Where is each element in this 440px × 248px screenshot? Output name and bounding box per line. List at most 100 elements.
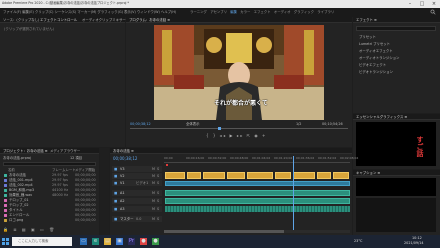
track-target-icon[interactable]: ■ (114, 199, 117, 203)
taskbar-search-input[interactable]: ここに入力して検索 (12, 237, 72, 246)
effects-item[interactable]: Lumetri プリセット (359, 42, 390, 46)
edge-icon[interactable]: e (92, 238, 99, 245)
track-header[interactable]: ■ V1 ビデオ1 M S (112, 180, 162, 186)
tab-program[interactable]: プログラム：お寺の法話 ≡ (129, 18, 170, 22)
track-target-icon[interactable]: ■ (114, 167, 117, 171)
mute-icon[interactable]: M (152, 191, 155, 195)
audio-clip[interactable] (165, 190, 350, 196)
menu-items[interactable]: ファイル(F) 編集(E) クリップ(C) シーケンス(S) マーカー(M) グ… (3, 10, 176, 14)
scrub-bar[interactable] (130, 128, 348, 129)
caption-clip[interactable] (333, 172, 349, 179)
insert-icon[interactable]: ⇱ (247, 133, 252, 138)
scrollbar-thumb[interactable] (164, 230, 284, 233)
effects-item[interactable]: オーディオエフェクト (359, 49, 393, 53)
col-start-header[interactable]: メディア開始 (75, 168, 95, 172)
audio-waveform[interactable] (165, 206, 350, 212)
video-clip[interactable] (165, 181, 350, 186)
mute-icon[interactable]: M (152, 199, 155, 203)
caption-clip[interactable] (227, 172, 245, 179)
playhead-marker[interactable] (218, 127, 221, 130)
mute-icon[interactable]: M (152, 207, 155, 211)
timeline-timecode[interactable]: 00;00;38;12 (113, 157, 137, 161)
effects-item[interactable]: ビデオトランジション (359, 70, 393, 74)
track-target-icon[interactable]: ■ (114, 207, 117, 211)
track-target-icon[interactable]: ■ (114, 181, 117, 185)
audio-clip[interactable] (165, 198, 350, 204)
step-forward-icon[interactable]: ▸▸ (237, 133, 244, 138)
zoom-select[interactable]: 全体表示 (186, 122, 200, 126)
task-view-icon[interactable]: ▭ (80, 238, 87, 245)
solo-icon[interactable]: S (157, 181, 159, 185)
track-header[interactable]: ■ V2 M S (112, 173, 162, 179)
new-bin-icon[interactable]: ▭ (40, 227, 46, 232)
search-icon[interactable] (430, 9, 436, 15)
track-target-icon[interactable]: ■ (114, 217, 117, 221)
caption-clip[interactable] (247, 172, 273, 179)
track-target-icon[interactable]: ■ (114, 174, 117, 178)
track-header[interactable]: ■ V3 M S (112, 166, 162, 172)
solo-icon[interactable]: S (157, 174, 159, 178)
tab-captions[interactable]: キャプション ≡ (356, 171, 380, 175)
explorer-icon[interactable]: ▤ (104, 238, 111, 245)
ws-tab-color[interactable]: カラー (240, 10, 250, 14)
project-search-input[interactable] (3, 162, 96, 166)
track-header[interactable]: ■ A3 M S (112, 206, 162, 212)
ws-tab-edit[interactable]: 編集 (230, 10, 237, 14)
caption-clip[interactable] (203, 172, 225, 179)
ws-tab-libraries[interactable]: ライブラリ (317, 10, 334, 14)
list-view-icon[interactable]: ≣ (13, 227, 18, 232)
solo-icon[interactable]: S (157, 191, 159, 195)
windows-start-icon[interactable] (2, 238, 9, 245)
tab-audio-clip-mixer[interactable]: オーディオクリップミキサー (82, 18, 126, 22)
icon-view-icon[interactable]: ▦ (22, 227, 28, 232)
effects-item[interactable]: ビデオエフェクト (359, 63, 386, 67)
clock-time[interactable]: 10:12 (412, 236, 422, 240)
weather[interactable]: 23°C (354, 239, 362, 243)
app-icon-red[interactable]: ● (140, 238, 147, 245)
col-name-header[interactable]: 名前 (8, 168, 15, 172)
caption-clip[interactable] (275, 172, 291, 179)
track-target-icon[interactable]: ■ (114, 191, 117, 195)
time-ruler[interactable]: 00;00 00;00;16;00 00;00;32;00 00;00;48;00 00… (164, 156, 358, 163)
marker-icon[interactable] (166, 164, 168, 166)
col-rate-header[interactable]: フレームレート (52, 168, 76, 172)
app-icon-green[interactable]: ● (152, 238, 159, 245)
ws-tab-effects[interactable]: エフェクト (254, 10, 271, 14)
tab-essential-graphics[interactable]: エッセンシャルグラフィックス ≡ (356, 115, 407, 119)
play-icon[interactable]: ▶ (229, 133, 234, 138)
project-item-row[interactable]: ロゴ.png 00;00;00;00 (4, 218, 96, 223)
mute-icon[interactable]: M (152, 181, 155, 185)
workspace-tabs[interactable]: ラーニング アセンブリ 編集 カラー エフェクト オーディオ グラフィック ライ… (190, 10, 334, 14)
step-back-icon[interactable]: ◂◂ (220, 133, 227, 138)
effects-item[interactable]: プリセット (359, 35, 376, 39)
lock-icon[interactable]: 🔒 (3, 227, 10, 232)
timeline-scrollbar[interactable] (164, 230, 350, 233)
tab-media-browser[interactable]: メディアブラウザー (50, 149, 80, 153)
tab-project[interactable]: プロジェクト：お寺の法話 ≡ (3, 149, 48, 153)
timeline-playhead[interactable] (293, 156, 294, 230)
track-header[interactable]: ■ マスター 0.0 M S (112, 216, 162, 222)
add-button-icon[interactable]: + (262, 133, 267, 138)
effects-search-input[interactable] (356, 26, 436, 31)
program-timecode[interactable]: 00;00;38;12 (130, 122, 151, 126)
solo-icon[interactable]: S (157, 207, 159, 211)
solo-icon[interactable]: S (157, 217, 159, 221)
export-frame-icon[interactable]: ◉ (254, 133, 259, 138)
solo-icon[interactable]: S (157, 167, 159, 171)
premiere-taskbar-icon[interactable]: Pr (128, 238, 135, 245)
mute-icon[interactable]: M (152, 167, 155, 171)
quality-select[interactable]: 1/2 (296, 122, 301, 126)
clock-date[interactable]: 2021/09/14 (404, 241, 424, 245)
trash-icon[interactable]: 🗑 (49, 227, 56, 232)
track-header[interactable]: ■ A2 M S (112, 198, 162, 204)
ws-tab-audio[interactable]: オーディオ (274, 10, 291, 14)
ws-tab-learning[interactable]: ラーニング (190, 10, 207, 14)
tab-effect-controls[interactable]: エフェクトコントロール (40, 18, 77, 22)
mark-in-icon[interactable]: { (206, 133, 210, 138)
tab-source[interactable]: ソース：(クリップなし) (3, 18, 39, 22)
caption-clip[interactable] (293, 172, 315, 179)
mark-out-icon[interactable]: } (213, 133, 217, 138)
store-icon[interactable]: ▣ (116, 238, 123, 245)
tab-effects[interactable]: エフェクト ≡ (356, 18, 377, 22)
caption-clip[interactable] (165, 172, 185, 179)
